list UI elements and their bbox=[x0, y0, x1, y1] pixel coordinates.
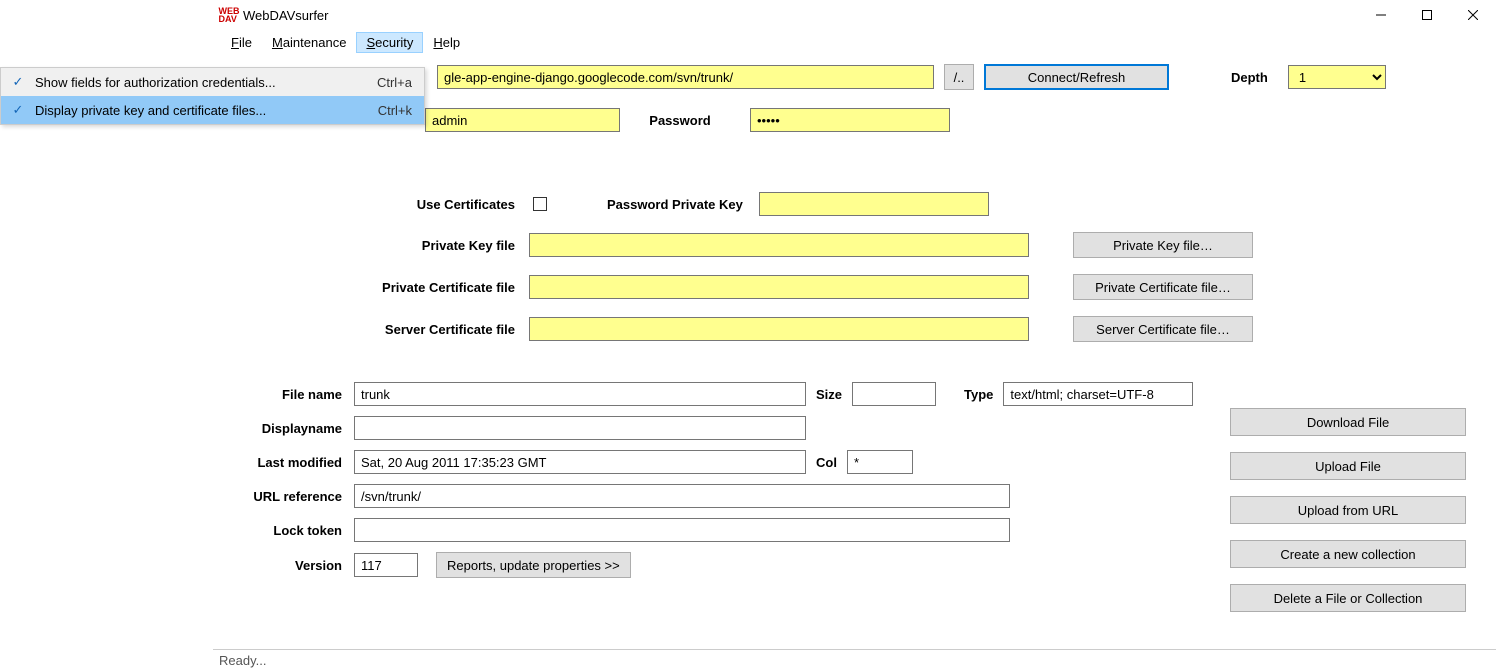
app-logo-icon: WEBDAV bbox=[221, 7, 237, 23]
minimize-button[interactable] bbox=[1358, 0, 1404, 30]
password-input[interactable] bbox=[750, 108, 950, 132]
check-icon: ✓ bbox=[1, 102, 35, 118]
url-input[interactable] bbox=[437, 65, 934, 89]
status-text: Ready... bbox=[219, 653, 266, 668]
title-bar: WEBDAV WebDAVsurfer bbox=[213, 0, 1496, 30]
check-icon: ✓ bbox=[1, 74, 35, 90]
create-collection-button[interactable]: Create a new collection bbox=[1230, 540, 1466, 568]
private-certificate-file-label: Private Certificate file bbox=[229, 280, 529, 295]
menu-security[interactable]: Security bbox=[356, 32, 423, 53]
use-certificates-checkbox[interactable] bbox=[533, 197, 547, 211]
lock-token-input[interactable] bbox=[354, 518, 1010, 542]
version-label: Version bbox=[229, 558, 354, 573]
password-private-key-input[interactable] bbox=[759, 192, 989, 216]
security-dropdown: ✓ Show fields for authorization credenti… bbox=[0, 67, 425, 125]
type-input[interactable] bbox=[1003, 382, 1193, 406]
window-title: WebDAVsurfer bbox=[243, 8, 329, 23]
file-name-label: File name bbox=[229, 387, 354, 402]
upload-from-url-button[interactable]: Upload from URL bbox=[1230, 496, 1466, 524]
lock-token-label: Lock token bbox=[229, 523, 354, 538]
use-certificates-label: Use Certificates bbox=[229, 197, 529, 212]
private-key-file-input[interactable] bbox=[529, 233, 1029, 257]
private-certificate-file-input[interactable] bbox=[529, 275, 1029, 299]
delete-file-button[interactable]: Delete a File or Collection bbox=[1230, 584, 1466, 612]
server-certificate-file-label: Server Certificate file bbox=[229, 322, 529, 337]
file-name-input[interactable] bbox=[354, 382, 806, 406]
menu-maintenance[interactable]: Maintenance bbox=[262, 32, 356, 53]
private-certificate-file-button[interactable]: Private Certificate file… bbox=[1073, 274, 1253, 300]
password-private-key-label: Password Private Key bbox=[607, 197, 743, 212]
menu-item-show-fields[interactable]: ✓ Show fields for authorization credenti… bbox=[1, 68, 424, 96]
size-input[interactable] bbox=[852, 382, 936, 406]
last-modified-label: Last modified bbox=[229, 455, 354, 470]
menu-file[interactable]: File bbox=[221, 32, 262, 53]
status-bar: Ready... bbox=[213, 649, 1496, 671]
maximize-button[interactable] bbox=[1404, 0, 1450, 30]
server-certificate-file-button[interactable]: Server Certificate file… bbox=[1073, 316, 1253, 342]
displayname-input[interactable] bbox=[354, 416, 806, 440]
private-key-file-button[interactable]: Private Key file… bbox=[1073, 232, 1253, 258]
password-label: Password bbox=[634, 113, 726, 128]
server-certificate-file-input[interactable] bbox=[529, 317, 1029, 341]
private-key-file-label: Private Key file bbox=[229, 238, 529, 253]
up-dir-button[interactable]: /.. bbox=[944, 64, 974, 90]
col-input[interactable] bbox=[847, 450, 913, 474]
close-button[interactable] bbox=[1450, 0, 1496, 30]
last-modified-input[interactable] bbox=[354, 450, 806, 474]
type-label: Type bbox=[936, 387, 1003, 402]
menu-bar: File Maintenance Security Help bbox=[213, 30, 1496, 54]
url-reference-input[interactable] bbox=[354, 484, 1010, 508]
url-reference-label: URL reference bbox=[229, 489, 354, 504]
depth-label: Depth bbox=[1231, 70, 1278, 85]
size-label: Size bbox=[806, 387, 852, 402]
displayname-label: Displayname bbox=[229, 421, 354, 436]
reports-button[interactable]: Reports, update properties >> bbox=[436, 552, 631, 578]
version-input[interactable] bbox=[354, 553, 418, 577]
upload-file-button[interactable]: Upload File bbox=[1230, 452, 1466, 480]
col-label: Col bbox=[806, 455, 847, 470]
menu-item-display-keys[interactable]: ✓ Display private key and certificate fi… bbox=[1, 96, 424, 124]
connect-refresh-button[interactable]: Connect/Refresh bbox=[984, 64, 1169, 90]
userid-input[interactable] bbox=[425, 108, 620, 132]
menu-help[interactable]: Help bbox=[423, 32, 470, 53]
download-file-button[interactable]: Download File bbox=[1230, 408, 1466, 436]
depth-select[interactable]: 1 bbox=[1288, 65, 1386, 89]
